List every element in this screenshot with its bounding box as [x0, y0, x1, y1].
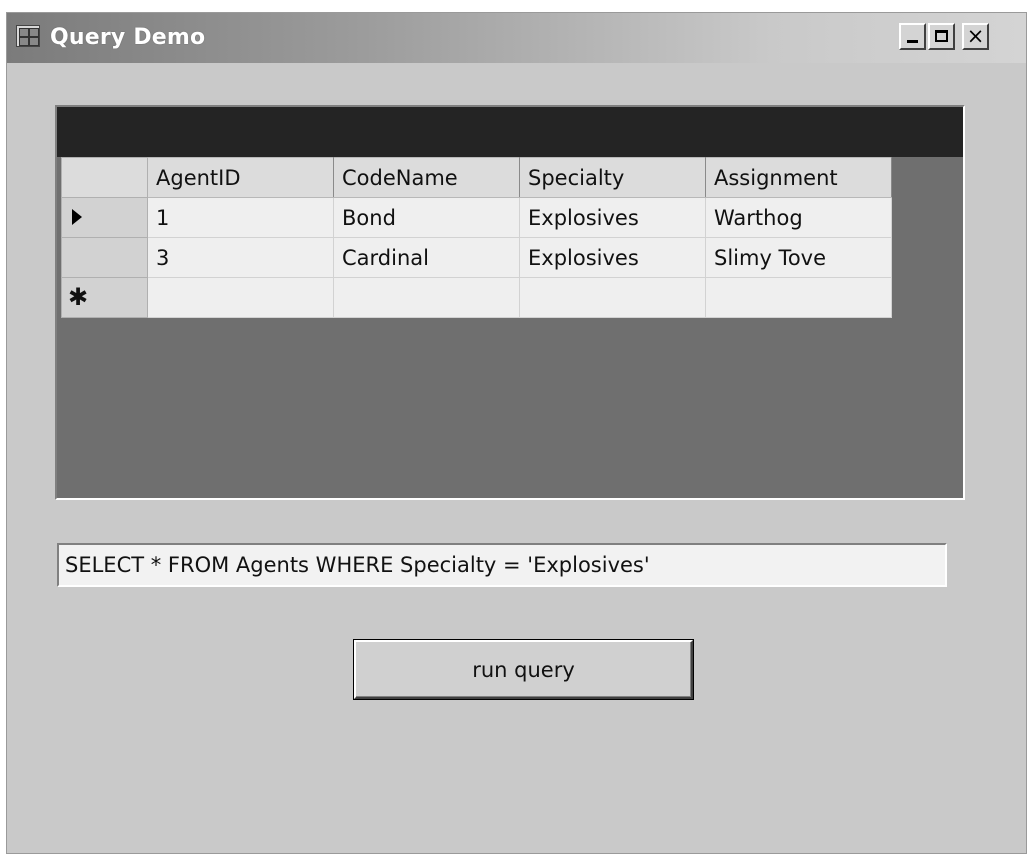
current-row-arrow-icon [72, 208, 82, 225]
query-input[interactable] [57, 543, 947, 587]
new-row-asterisk-icon: ✱ [68, 283, 89, 311]
row-header-new[interactable]: ✱ [61, 277, 148, 318]
new-cell-agentid[interactable] [147, 277, 334, 318]
cell-assignment[interactable]: Slimy Tove [705, 237, 892, 278]
cell-codename[interactable]: Bond [333, 197, 520, 238]
minimize-button[interactable] [899, 23, 926, 50]
grid-caption-bar [57, 107, 963, 157]
new-cell-specialty[interactable] [519, 277, 706, 318]
maximize-button[interactable] [928, 23, 955, 50]
new-cell-codename[interactable] [333, 277, 520, 318]
table-header-row: AgentID CodeName Specialty Assignment [61, 157, 892, 198]
cell-agentid[interactable]: 1 [147, 197, 334, 238]
app-window-icon[interactable] [16, 25, 40, 47]
cell-specialty[interactable]: Explosives [519, 237, 706, 278]
new-row[interactable]: ✱ [61, 277, 892, 318]
minimize-icon [907, 40, 918, 43]
cell-specialty[interactable]: Explosives [519, 197, 706, 238]
close-button[interactable]: × [962, 23, 989, 50]
maximize-icon [935, 30, 948, 42]
column-header-agentid[interactable]: AgentID [147, 157, 334, 198]
new-cell-assignment[interactable] [705, 277, 892, 318]
agents-table: AgentID CodeName Specialty Assignment 1 … [61, 157, 892, 318]
cell-codename[interactable]: Cardinal [333, 237, 520, 278]
query-demo-window: Query Demo × AgentID CodeName Specialty … [6, 12, 1027, 854]
run-query-button[interactable]: run query [354, 640, 693, 699]
title-bar[interactable]: Query Demo × [7, 13, 1026, 63]
agents-data-grid[interactable]: AgentID CodeName Specialty Assignment 1 … [55, 105, 965, 500]
table-row[interactable]: 1 Bond Explosives Warthog [61, 197, 892, 238]
cell-agentid[interactable]: 3 [147, 237, 334, 278]
row-header[interactable] [61, 237, 148, 278]
window-title: Query Demo [50, 25, 206, 50]
table-row[interactable]: 3 Cardinal Explosives Slimy Tove [61, 237, 892, 278]
column-header-codename[interactable]: CodeName [333, 157, 520, 198]
row-header-corner[interactable] [61, 157, 148, 198]
column-header-specialty[interactable]: Specialty [519, 157, 706, 198]
close-icon: × [966, 24, 985, 48]
column-header-assignment[interactable]: Assignment [705, 157, 892, 198]
cell-assignment[interactable]: Warthog [705, 197, 892, 238]
row-header-current[interactable] [61, 197, 148, 238]
